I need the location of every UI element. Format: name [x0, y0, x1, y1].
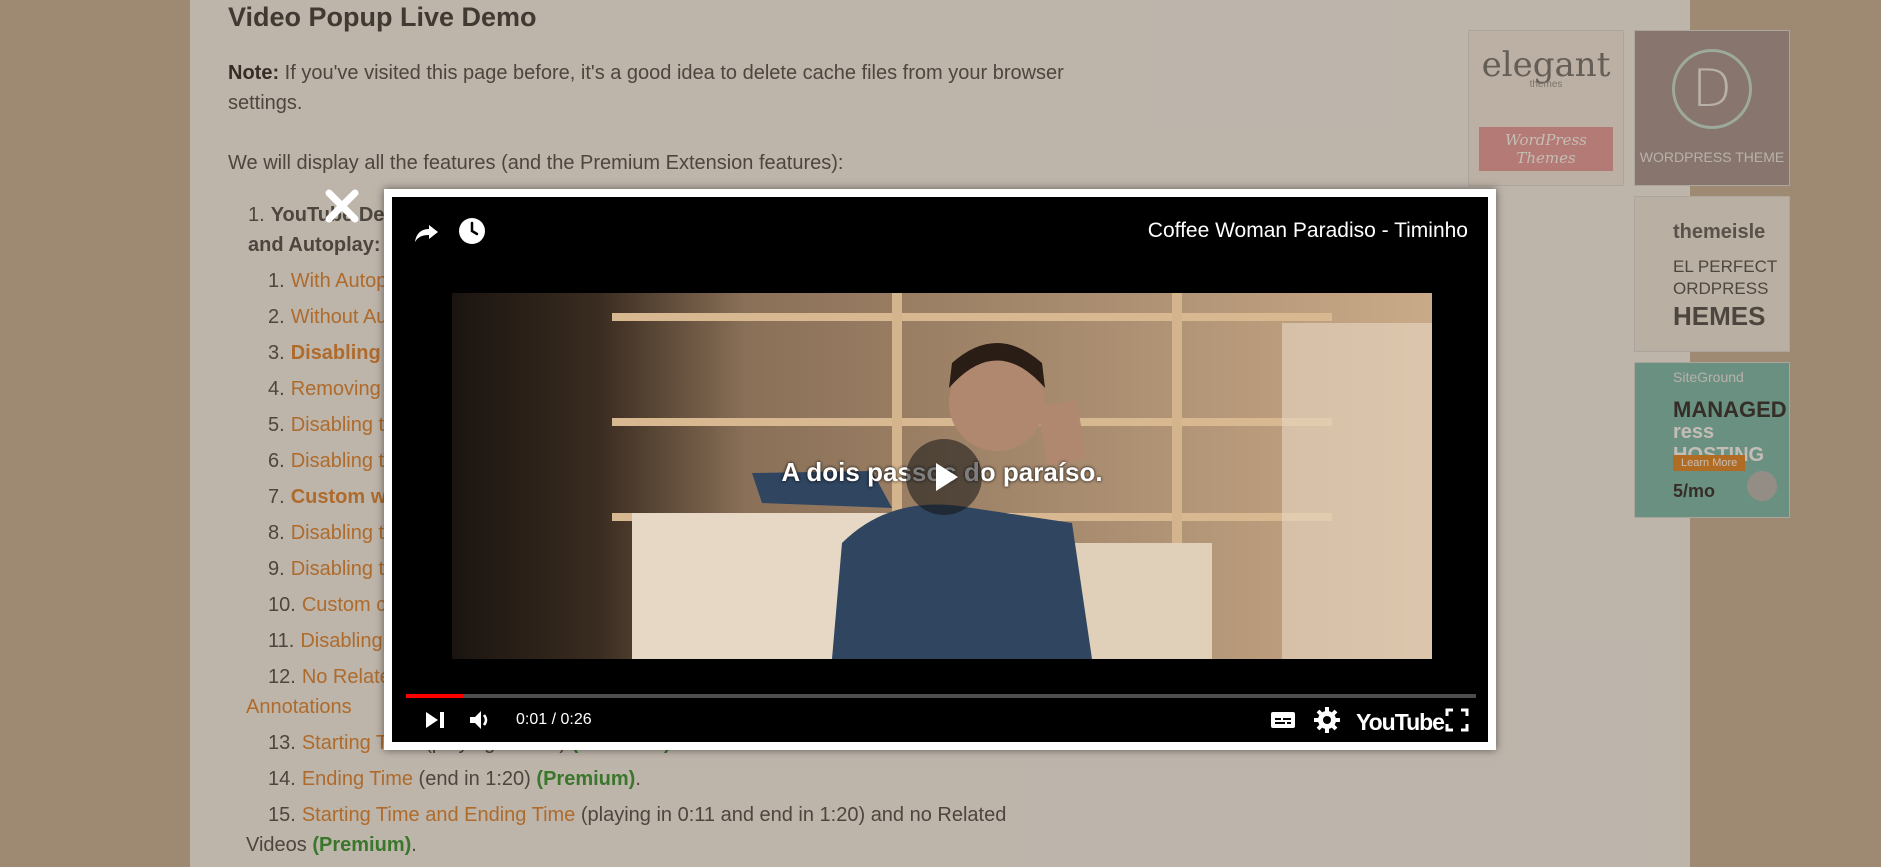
settings-icon[interactable] [1312, 705, 1342, 740]
video-popup-modal: Coffee Woman Paradiso - Timinho A dois p… [384, 189, 1496, 750]
next-icon[interactable] [420, 705, 450, 740]
watch-later-icon[interactable] [456, 215, 488, 252]
youtube-logo[interactable]: YouTube [1356, 709, 1445, 736]
progress-fill [406, 694, 463, 698]
time-display: 0:01 / 0:26 [516, 711, 592, 728]
progress-bar[interactable] [406, 694, 1476, 698]
fullscreen-icon[interactable] [1442, 705, 1472, 740]
youtube-player[interactable]: Coffee Woman Paradiso - Timinho A dois p… [392, 197, 1488, 742]
player-top-bar: Coffee Woman Paradiso - Timinho [392, 197, 1488, 261]
play-icon[interactable] [906, 439, 982, 515]
volume-icon[interactable] [466, 705, 496, 740]
video-frame[interactable]: A dois passos do paraíso. [452, 293, 1432, 659]
close-icon[interactable] [322, 186, 362, 226]
video-title[interactable]: Coffee Woman Paradiso - Timinho [1148, 219, 1468, 243]
share-icon[interactable] [412, 217, 442, 252]
subtitles-icon[interactable] [1268, 705, 1298, 740]
